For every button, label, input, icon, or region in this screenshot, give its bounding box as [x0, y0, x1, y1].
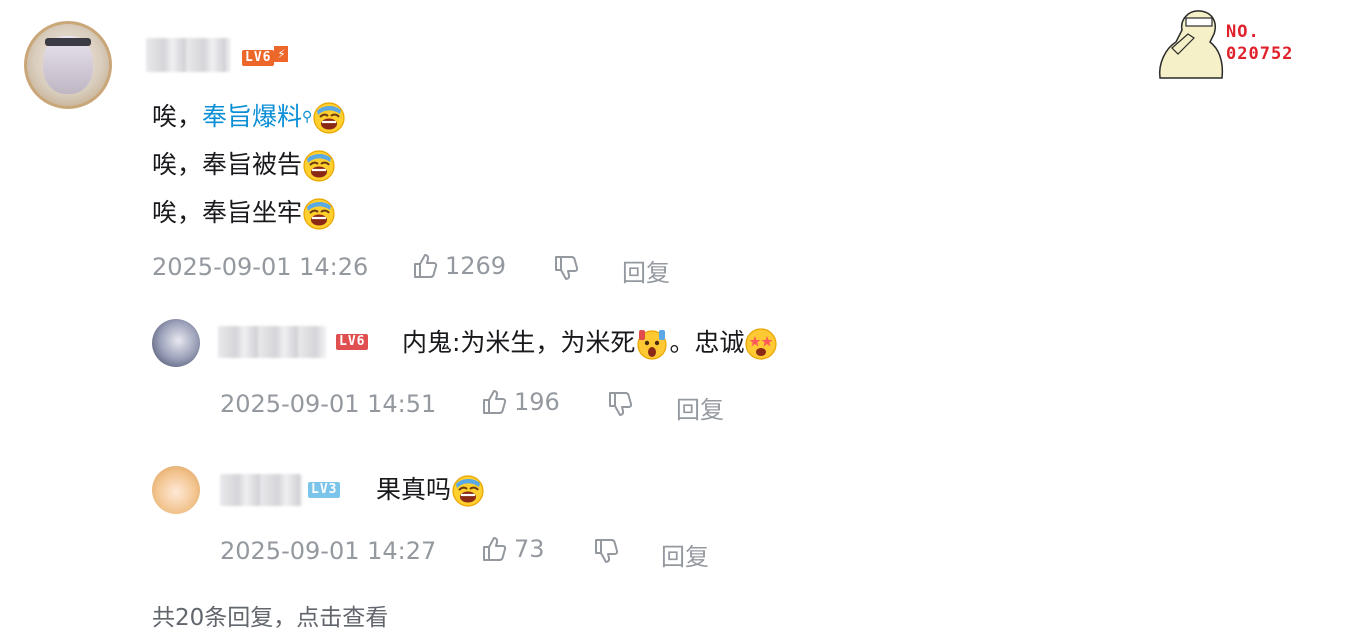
shocked-emoji — [635, 327, 669, 361]
like-count: 196 — [514, 388, 560, 416]
reply-username-blurred[interactable] — [220, 474, 302, 506]
comment-line: 唉，奉旨被告 — [152, 148, 346, 196]
thumb-down-icon — [606, 390, 634, 418]
reply-time: 2025-09-01 14:51 — [220, 390, 437, 418]
dislike-button[interactable] — [606, 390, 634, 422]
comment-body: 唉，奉旨爆料⚲ 唉，奉旨被告 唉，奉旨坐牢 — [152, 100, 346, 244]
reply-text-part: 果真吗 — [376, 475, 452, 504]
comment-text: 唉，奉旨坐牢 — [152, 198, 303, 227]
reply-button[interactable]: 回复 — [676, 390, 724, 425]
username-blurred[interactable] — [146, 38, 230, 72]
search-link[interactable]: 奉旨爆料 — [202, 102, 302, 131]
reply-button[interactable]: 回复 — [622, 253, 670, 288]
thumb-down-icon — [552, 254, 580, 282]
avatar-ribbon — [45, 38, 91, 46]
reply-button[interactable]: 回复 — [661, 537, 709, 572]
laugh-cry-emoji — [451, 474, 485, 508]
comment-text: 唉，奉旨被告 — [152, 150, 303, 179]
comment-line: 唉，奉旨爆料⚲ — [152, 100, 346, 148]
level-label: LV6 — [242, 50, 275, 66]
reply-level-badge: LV3 — [308, 482, 341, 498]
reply-avatar[interactable] — [152, 466, 200, 514]
reply-text: 内鬼:为米生，为米死 。忠诚 — [402, 326, 778, 361]
thumb-up-icon — [480, 388, 508, 416]
dislike-button[interactable] — [592, 537, 620, 569]
like-count: 73 — [514, 535, 545, 563]
laugh-cry-emoji — [302, 197, 336, 231]
avatar[interactable] — [24, 21, 112, 109]
lightning-icon: ⚡ — [274, 46, 289, 62]
view-more-replies-link[interactable]: 共20条回复，点击查看 — [152, 598, 388, 632]
reply-avatar[interactable] — [152, 319, 200, 367]
fan-badge: NO. 020752 — [1152, 8, 1322, 80]
like-button[interactable]: 73 — [480, 535, 545, 563]
like-button[interactable]: 1269 — [411, 252, 506, 280]
like-button[interactable]: 196 — [480, 388, 560, 416]
search-icon[interactable]: ⚲ — [302, 109, 312, 125]
dislike-button[interactable] — [552, 254, 580, 286]
comment-line: 唉，奉旨坐牢 — [152, 196, 346, 244]
reply-username-blurred[interactable] — [218, 326, 326, 358]
level-badge: LV6 ⚡ — [242, 46, 289, 66]
laugh-cry-emoji — [302, 149, 336, 183]
thumb-up-icon — [480, 535, 508, 563]
comment-text: 唉， — [152, 102, 203, 131]
badge-number: 020752 — [1226, 44, 1294, 64]
thumb-up-icon — [411, 252, 439, 280]
badge-figure-icon — [1158, 10, 1224, 79]
thumb-down-icon — [592, 537, 620, 565]
reply-level-badge: LV6 — [336, 334, 369, 350]
comment-time: 2025-09-01 14:26 — [152, 253, 369, 281]
reply-text-part: 内鬼:为米生，为米死 — [402, 328, 636, 357]
reply-text-part: 。忠诚 — [669, 328, 745, 357]
laugh-cry-emoji — [312, 101, 346, 135]
star-eyes-emoji — [744, 327, 778, 361]
reply-text: 果真吗 — [376, 473, 485, 508]
like-count: 1269 — [445, 252, 507, 280]
badge-number-label: NO. — [1226, 22, 1260, 42]
reply-time: 2025-09-01 14:27 — [220, 537, 437, 565]
